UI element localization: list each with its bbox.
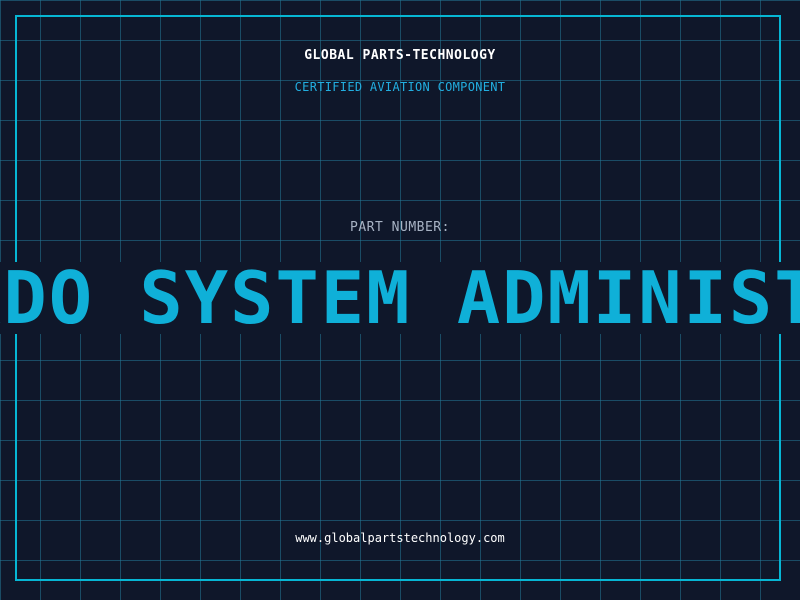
part-number-label: PART NUMBER: [350, 220, 450, 235]
part-number-band: ADO SYSTEM ADMINISTRATOR [0, 262, 800, 334]
website-url: www.globalpartstechnology.com [295, 531, 505, 545]
brand-name: GLOBAL PARTS-TECHNOLOGY [304, 48, 496, 63]
part-label-card: GLOBAL PARTS-TECHNOLOGY CERTIFIED AVIATI… [0, 0, 800, 600]
part-number-value: ADO SYSTEM ADMINISTRATOR [0, 262, 800, 334]
certification-subtitle: CERTIFIED AVIATION COMPONENT [294, 80, 506, 94]
